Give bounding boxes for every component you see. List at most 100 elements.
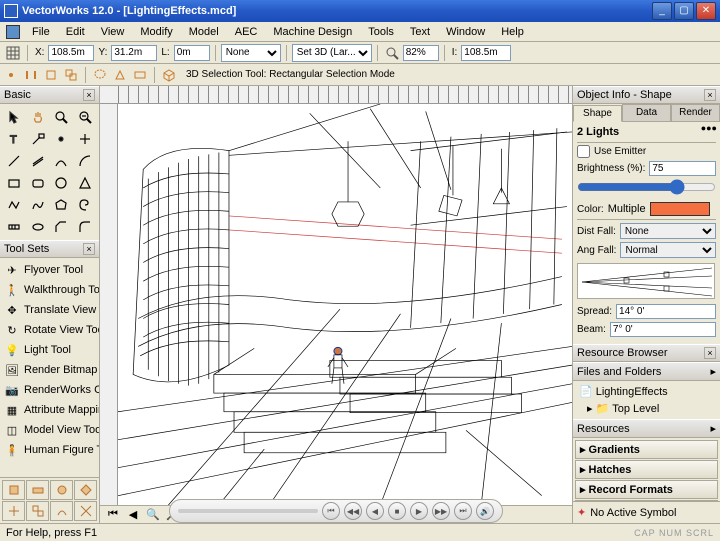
menu-modify[interactable]: Modify bbox=[132, 24, 180, 40]
time-slider[interactable] bbox=[178, 509, 318, 513]
arc-tool[interactable] bbox=[50, 150, 74, 172]
doubleline-tool[interactable] bbox=[26, 150, 50, 172]
tool-rotate[interactable]: ↻Rotate View Tool bbox=[2, 320, 97, 340]
zoom-input[interactable] bbox=[403, 45, 439, 61]
mode-dot-icon[interactable] bbox=[2, 66, 20, 84]
l-input[interactable] bbox=[174, 45, 210, 61]
layer-select[interactable]: None bbox=[221, 44, 281, 62]
menu-view[interactable]: View bbox=[93, 24, 133, 40]
mode-diag-icon[interactable] bbox=[62, 66, 80, 84]
text-tool[interactable]: T bbox=[2, 128, 26, 150]
doc-icon[interactable] bbox=[6, 25, 20, 39]
tab-render[interactable]: Render bbox=[671, 104, 720, 121]
mode-1[interactable] bbox=[2, 480, 25, 500]
tool-modelview[interactable]: ◫Model View Tool bbox=[2, 420, 97, 440]
line-tool[interactable] bbox=[2, 150, 26, 172]
mode-4[interactable] bbox=[74, 480, 97, 500]
canvas[interactable] bbox=[118, 104, 572, 505]
zoom-icon[interactable] bbox=[383, 44, 401, 62]
quarter-tool[interactable] bbox=[73, 150, 97, 172]
brightness-input[interactable] bbox=[649, 161, 716, 176]
mode-2[interactable] bbox=[26, 480, 49, 500]
tool-renderworks[interactable]: 📷RenderWorks Ca... bbox=[2, 380, 97, 400]
color-swatch[interactable] bbox=[650, 202, 710, 216]
distfall-select[interactable]: None bbox=[620, 223, 716, 239]
polygon-tool[interactable] bbox=[50, 194, 74, 216]
cat-recordformats[interactable]: ▸Record Formats bbox=[575, 480, 718, 499]
y-input[interactable] bbox=[111, 45, 157, 61]
mode-5[interactable] bbox=[2, 501, 25, 521]
files-folders-header[interactable]: Files and Folders▸ bbox=[573, 362, 720, 381]
toolsets-palette-header[interactable]: Tool Sets × bbox=[0, 240, 99, 258]
mode-box-icon[interactable] bbox=[42, 66, 60, 84]
maximize-button[interactable]: ▢ bbox=[674, 2, 694, 20]
freehand-tool[interactable] bbox=[26, 194, 50, 216]
close-icon[interactable]: × bbox=[704, 347, 716, 359]
view-select[interactable]: Set 3D (Lar... bbox=[292, 44, 372, 62]
angfall-select[interactable]: Normal bbox=[620, 242, 716, 258]
wall-tool[interactable] bbox=[2, 216, 26, 238]
tab-data[interactable]: Data bbox=[622, 104, 671, 121]
menu-file[interactable]: File bbox=[24, 24, 58, 40]
nav-first-icon[interactable]: ⏮ bbox=[104, 506, 122, 524]
tool-translate[interactable]: ✥Translate View Tool bbox=[2, 300, 97, 320]
select-tool[interactable] bbox=[2, 106, 26, 128]
tool-light[interactable]: 💡Light Tool bbox=[2, 340, 97, 360]
menu-model[interactable]: Model bbox=[181, 24, 227, 40]
nav-prev-icon[interactable]: ◀ bbox=[124, 506, 142, 524]
play-vol-icon[interactable]: 🔊 bbox=[476, 502, 494, 520]
close-icon[interactable]: × bbox=[83, 89, 95, 101]
menu-tools[interactable]: Tools bbox=[360, 24, 402, 40]
object-info-header[interactable]: Object Info - Shape × bbox=[573, 86, 720, 104]
cat-hatches[interactable]: ▸Hatches bbox=[575, 460, 718, 479]
menu-icon[interactable]: ▸ bbox=[710, 422, 716, 435]
mode-bracket-icon[interactable] bbox=[22, 66, 40, 84]
mode-3[interactable] bbox=[50, 480, 73, 500]
zoom-tool[interactable] bbox=[50, 106, 74, 128]
menu-edit[interactable]: Edit bbox=[58, 24, 93, 40]
cat-gradients[interactable]: ▸Gradients bbox=[575, 440, 718, 459]
mode-8[interactable] bbox=[74, 501, 97, 521]
resources-header[interactable]: Resources▸ bbox=[573, 419, 720, 438]
rect-tool[interactable] bbox=[2, 172, 26, 194]
ruler-vertical[interactable] bbox=[100, 104, 118, 505]
spiral-tool[interactable] bbox=[73, 194, 97, 216]
play-back-icon[interactable]: ◀ bbox=[366, 502, 384, 520]
tab-shape[interactable]: Shape bbox=[573, 105, 622, 122]
zoomout-tool[interactable] bbox=[73, 106, 97, 128]
circle-tool[interactable] bbox=[50, 172, 74, 194]
fillet-tool[interactable] bbox=[73, 216, 97, 238]
grid-icon[interactable] bbox=[4, 44, 22, 62]
i-input[interactable] bbox=[461, 45, 511, 61]
zoom-out-icon[interactable]: 🔍 bbox=[144, 506, 162, 524]
mode-3d-icon[interactable] bbox=[160, 66, 178, 84]
resource-file[interactable]: 📄LightingEffects bbox=[575, 383, 718, 400]
menu-machinedesign[interactable]: Machine Design bbox=[265, 24, 360, 40]
menu-help[interactable]: Help bbox=[493, 24, 532, 40]
point-tool[interactable] bbox=[50, 128, 74, 150]
tool-attrmap[interactable]: ▦Attribute Mapping ... bbox=[2, 400, 97, 420]
mode-6[interactable] bbox=[26, 501, 49, 521]
callout-tool[interactable] bbox=[26, 128, 50, 150]
ellipse-tool[interactable] bbox=[26, 216, 50, 238]
menu-aec[interactable]: AEC bbox=[227, 24, 266, 40]
polyline-tool[interactable] bbox=[2, 194, 26, 216]
locus-tool[interactable] bbox=[73, 128, 97, 150]
minimize-button[interactable]: _ bbox=[652, 2, 672, 20]
tool-renderbitmap[interactable]: 🖼Render Bitmap Tool bbox=[2, 360, 97, 380]
mode-lasso-icon[interactable] bbox=[91, 66, 109, 84]
resource-toplevel[interactable]: ▸📁Top Level bbox=[575, 400, 718, 417]
triangle-tool[interactable] bbox=[73, 172, 97, 194]
play-last-icon[interactable]: ⏭ bbox=[454, 502, 472, 520]
menu-icon[interactable]: ▸ bbox=[710, 365, 716, 378]
close-icon[interactable]: × bbox=[704, 89, 716, 101]
x-input[interactable] bbox=[48, 45, 94, 61]
mode-7[interactable] bbox=[50, 501, 73, 521]
brightness-slider[interactable] bbox=[577, 179, 716, 195]
tool-walkthrough[interactable]: 🚶Walkthrough Tool bbox=[2, 280, 97, 300]
mode-poly-icon[interactable] bbox=[111, 66, 129, 84]
basic-palette-header[interactable]: Basic × bbox=[0, 86, 99, 104]
tool-flyover[interactable]: ✈Flyover Tool bbox=[2, 260, 97, 280]
resource-browser-header[interactable]: Resource Browser × bbox=[573, 344, 720, 362]
play-fwd-icon[interactable]: ▶ bbox=[410, 502, 428, 520]
